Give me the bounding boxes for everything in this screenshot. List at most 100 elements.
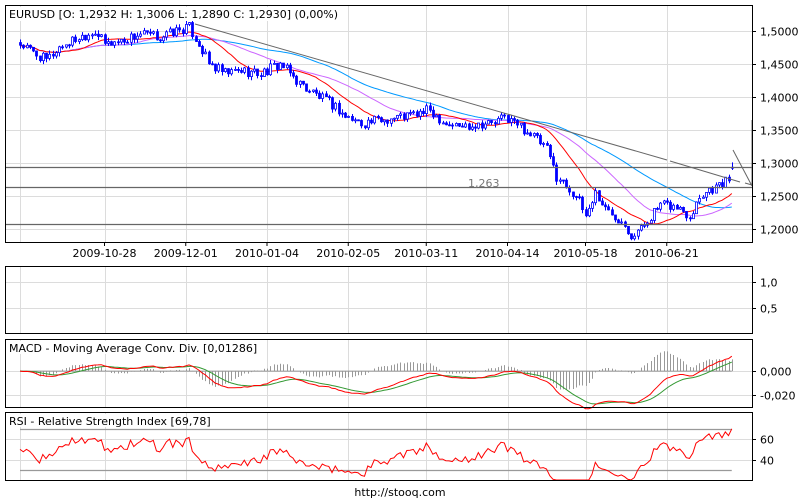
candle <box>705 192 708 202</box>
candle-body <box>715 184 718 194</box>
candle <box>393 117 396 123</box>
candle-body <box>659 202 662 210</box>
candle <box>390 118 393 127</box>
x-tick-label: 2010-06-21 <box>635 247 699 260</box>
candle <box>692 210 695 220</box>
candle-body <box>520 122 523 126</box>
candle-body <box>464 123 467 128</box>
y-tick-label: 40 <box>760 455 774 468</box>
candle <box>149 28 152 36</box>
candle-body <box>321 93 324 99</box>
candle-body <box>126 41 129 44</box>
candle-body <box>419 110 422 117</box>
candle-body <box>611 209 614 216</box>
candle <box>406 112 409 122</box>
rsi-title: RSI - Relative Strength Index [69,78] <box>9 415 211 428</box>
x-tick-label: 2009-12-01 <box>154 247 218 260</box>
candle-body <box>536 133 539 136</box>
candle <box>318 90 321 100</box>
candle <box>126 39 129 44</box>
y-tick-label: 1,2500 <box>760 191 799 204</box>
candle-body <box>461 125 464 128</box>
candle <box>546 141 549 146</box>
candle-body <box>601 200 604 206</box>
y-tick-label: 1,2000 <box>760 224 799 237</box>
candle-body <box>643 224 646 227</box>
candle-body <box>299 80 302 85</box>
candle <box>481 120 484 132</box>
candle-body <box>565 179 568 189</box>
footer-link[interactable]: http://stooq.com <box>354 486 445 499</box>
candle <box>295 74 298 87</box>
candle-body <box>399 113 402 116</box>
candle-body <box>253 68 256 72</box>
candle <box>490 120 493 126</box>
y-tick-label: 1,5000 <box>760 26 799 39</box>
candle <box>266 67 269 76</box>
candle-body <box>442 122 445 125</box>
candle <box>409 109 412 116</box>
candle-body <box>679 207 682 210</box>
candle-body <box>533 133 536 137</box>
y-tick-label: 0,5 <box>760 303 778 316</box>
candle-body <box>481 122 484 129</box>
candle-body <box>22 44 25 49</box>
candle-body <box>110 41 113 46</box>
candle-body <box>230 69 233 75</box>
candle <box>263 67 266 78</box>
candle-body <box>266 68 269 76</box>
candle-body <box>81 34 84 41</box>
candle-body <box>354 119 357 122</box>
candle-body <box>19 42 22 46</box>
candle <box>120 38 123 45</box>
trend-line <box>194 23 668 161</box>
candle-body <box>26 44 29 49</box>
candle-body <box>705 192 708 198</box>
candle <box>630 233 633 241</box>
candle <box>91 33 94 40</box>
candle-body <box>159 39 162 42</box>
candle-body <box>318 92 321 99</box>
x-tick-label: 2010-01-04 <box>235 247 299 260</box>
candle-body <box>412 111 415 114</box>
candle-body <box>35 50 38 57</box>
candle <box>100 33 103 38</box>
candle <box>659 202 662 212</box>
candle-body <box>221 64 224 72</box>
candle-body <box>149 31 152 34</box>
candle <box>672 203 675 212</box>
candle-body <box>539 135 542 145</box>
candle <box>227 68 230 78</box>
candle <box>71 36 74 48</box>
candle-body <box>500 114 503 119</box>
candle <box>679 205 682 210</box>
candle-body <box>451 124 454 127</box>
candle-body <box>448 124 451 127</box>
candle <box>542 141 545 148</box>
candle-body <box>195 36 198 42</box>
candle-body <box>250 70 253 77</box>
candle-body <box>422 110 425 114</box>
candle-body <box>178 27 181 31</box>
candle-body <box>711 187 714 194</box>
candle <box>601 197 604 206</box>
candle <box>611 207 614 216</box>
candle <box>65 44 68 49</box>
candle <box>461 123 464 128</box>
moving-average-line <box>19 35 733 217</box>
candle <box>74 34 77 44</box>
candle-body <box>585 209 588 217</box>
y-tick-label: 1,0 <box>760 277 778 290</box>
candle-body <box>292 72 295 77</box>
candle <box>143 27 146 35</box>
candle-body <box>78 39 81 42</box>
candle-body <box>637 229 640 237</box>
candle <box>341 109 344 118</box>
candle <box>146 30 149 35</box>
candle-body <box>204 51 207 55</box>
candle-body <box>698 197 701 203</box>
candle <box>354 117 357 124</box>
candle <box>471 123 474 131</box>
candle-body <box>672 204 675 210</box>
candle-body <box>416 111 419 117</box>
